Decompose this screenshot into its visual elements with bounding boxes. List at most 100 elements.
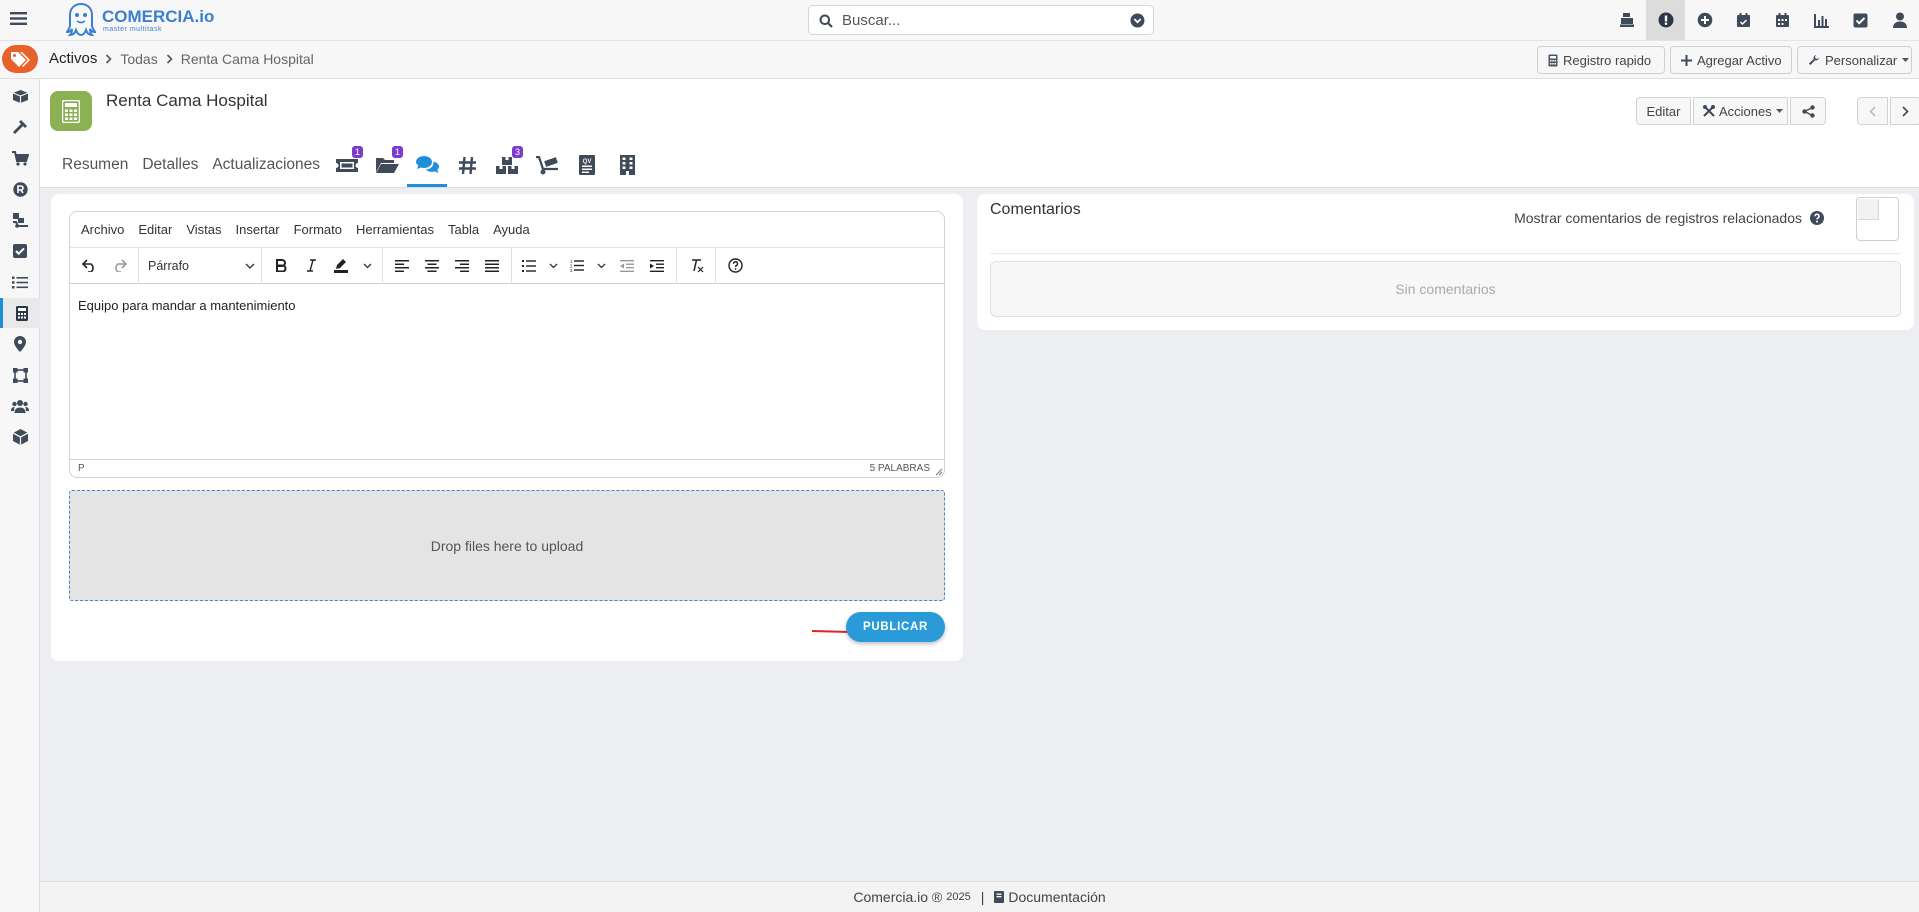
- redo-icon[interactable]: [104, 252, 134, 280]
- file-dropzone[interactable]: Drop files here to upload: [69, 490, 945, 601]
- comments-icon: [415, 155, 439, 173]
- vector-square-icon[interactable]: [0, 360, 40, 390]
- tab-inventory[interactable]: 3: [487, 143, 527, 187]
- brand-logo[interactable]: COMERCIA.io master multitask: [66, 2, 236, 40]
- tab-building[interactable]: [607, 143, 647, 187]
- bullet-list-icon[interactable]: [516, 252, 542, 280]
- highlight-dropdown-icon[interactable]: [356, 252, 378, 280]
- help-icon[interactable]: [720, 252, 750, 280]
- align-right-icon[interactable]: [447, 252, 477, 280]
- undo-icon[interactable]: [74, 252, 104, 280]
- cash-register-icon[interactable]: [1607, 0, 1646, 40]
- calculator-icon[interactable]: [0, 298, 40, 328]
- breadcrumb-activos[interactable]: Activos: [49, 50, 97, 67]
- tab-quote[interactable]: QV: [567, 143, 607, 187]
- quick-register-button[interactable]: Registro rapido: [1537, 46, 1665, 74]
- menu-ayuda[interactable]: Ayuda: [493, 222, 530, 237]
- users-icon[interactable]: [0, 391, 40, 421]
- dolly-icon[interactable]: [0, 205, 40, 235]
- hammer-icon[interactable]: [0, 112, 40, 142]
- registered-icon[interactable]: [0, 174, 40, 204]
- actions-button[interactable]: Acciones: [1693, 97, 1788, 125]
- calendar-check-icon[interactable]: [1724, 0, 1763, 40]
- editor-statusbar: P 5 PALABRAS: [70, 459, 944, 477]
- menu-insertar[interactable]: Insertar: [236, 222, 280, 237]
- breadcrumb-todas[interactable]: Todas: [120, 51, 157, 67]
- empty-comments: Sin comentarios: [990, 261, 1901, 317]
- indent-icon[interactable]: [642, 252, 672, 280]
- breadcrumb-current: Renta Cama Hospital: [180, 50, 314, 67]
- publish-button[interactable]: PUBLICAR: [846, 612, 945, 642]
- check-square-icon[interactable]: [1841, 0, 1880, 40]
- tab-hashtag[interactable]: [447, 143, 487, 187]
- tab-tickets[interactable]: 1: [327, 143, 367, 187]
- previous-record-button[interactable]: [1857, 97, 1888, 125]
- ticket-icon: [336, 158, 359, 173]
- highlight-color-icon[interactable]: [326, 252, 356, 280]
- menu-editar[interactable]: Editar: [138, 222, 172, 237]
- breadcrumb: Activos Todas Renta Cama Hospital: [49, 50, 314, 67]
- share-button[interactable]: [1790, 97, 1826, 125]
- asset-avatar: [50, 91, 92, 131]
- tab-comments[interactable]: [407, 143, 448, 187]
- tab-actualizaciones[interactable]: Actualizaciones: [205, 143, 327, 187]
- empty-comments-label: Sin comentarios: [1395, 281, 1496, 297]
- next-record-button[interactable]: [1890, 97, 1919, 125]
- exclamation-circle-icon[interactable]: [1646, 0, 1685, 40]
- menu-vistas[interactable]: Vistas: [186, 222, 221, 237]
- clear-formatting-icon[interactable]: [681, 252, 711, 280]
- align-justify-icon[interactable]: [477, 252, 507, 280]
- menu-herramientas[interactable]: Herramientas: [356, 222, 434, 237]
- add-asset-button[interactable]: Agregar Activo: [1670, 46, 1792, 74]
- cart-icon[interactable]: [0, 143, 40, 173]
- bold-icon[interactable]: [266, 252, 296, 280]
- resize-handle-icon[interactable]: [935, 468, 943, 476]
- related-comments-toggle[interactable]: [1856, 197, 1899, 241]
- tab-detalles[interactable]: Detalles: [135, 143, 205, 187]
- search-dropdown-icon[interactable]: [1130, 13, 1145, 28]
- element-path[interactable]: P: [78, 463, 85, 474]
- menu-archivo[interactable]: Archivo: [81, 222, 124, 237]
- plus-circle-icon[interactable]: [1685, 0, 1724, 40]
- numbered-list-icon[interactable]: 123: [564, 252, 590, 280]
- footer-separator: |: [980, 889, 985, 905]
- tab-files[interactable]: 1: [367, 143, 407, 187]
- search-input[interactable]: [842, 10, 1122, 30]
- block-format-select[interactable]: Párrafo: [139, 259, 261, 273]
- edit-button[interactable]: Editar: [1636, 97, 1691, 125]
- dropzone-label: Drop files here to upload: [430, 537, 584, 554]
- list-icon[interactable]: [0, 267, 40, 297]
- customize-button[interactable]: Personalizar: [1797, 46, 1912, 74]
- tab-resumen[interactable]: Resumen: [55, 143, 135, 187]
- divider: [990, 253, 1901, 254]
- octopus-logo-icon: [66, 2, 96, 36]
- tags-icon[interactable]: [2, 45, 38, 73]
- user-icon[interactable]: [1880, 0, 1919, 40]
- calendar-icon[interactable]: [1763, 0, 1802, 40]
- tools-icon: [1703, 105, 1715, 117]
- comments-title: Comentarios: [990, 201, 1081, 218]
- word-count[interactable]: 5 PALABRAS: [870, 463, 930, 474]
- align-center-icon[interactable]: [417, 252, 447, 280]
- quote-document-icon: QV: [579, 155, 596, 175]
- menu-formato[interactable]: Formato: [294, 222, 342, 237]
- editor-toolbar: Párrafo 123: [70, 247, 944, 284]
- tab-dolly[interactable]: [527, 143, 567, 187]
- menu-tabla[interactable]: Tabla: [448, 222, 479, 237]
- bar-chart-icon[interactable]: [1802, 0, 1841, 40]
- numbered-list-dropdown-icon[interactable]: [590, 252, 612, 280]
- cube-icon[interactable]: [0, 422, 40, 452]
- chevron-left-icon: [1869, 105, 1876, 117]
- align-left-icon[interactable]: [387, 252, 417, 280]
- editor-content[interactable]: Equipo para mandar a mantenimiento: [78, 298, 296, 313]
- location-pin-icon[interactable]: [0, 329, 40, 359]
- outdent-icon[interactable]: [612, 252, 642, 280]
- wrench-icon: [1808, 54, 1820, 66]
- bullet-list-dropdown-icon[interactable]: [542, 252, 564, 280]
- hamburger-menu-icon[interactable]: [10, 11, 27, 26]
- box-icon[interactable]: [0, 81, 40, 111]
- question-circle-icon[interactable]: [1810, 211, 1824, 225]
- docs-link[interactable]: Documentación: [1008, 889, 1105, 905]
- check-square-icon[interactable]: [0, 236, 40, 266]
- italic-icon[interactable]: [296, 252, 326, 280]
